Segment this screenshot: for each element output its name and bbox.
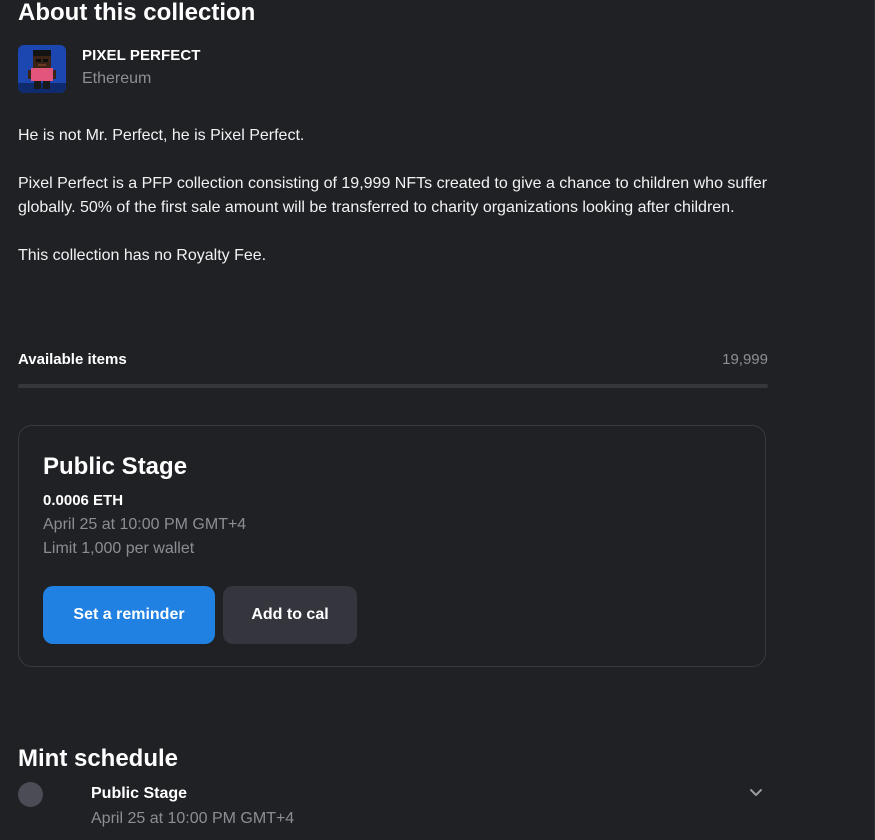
stage-status-dot bbox=[18, 782, 43, 807]
stage-price: 0.0006 ETH bbox=[43, 492, 124, 509]
pixel-character-avatar-icon[interactable] bbox=[18, 45, 66, 93]
public-stage-card: Public Stage 0.0006 ETH April 25 at 10:0… bbox=[18, 425, 766, 667]
schedule-item-date: April 25 at 10:00 PM GMT+4 bbox=[91, 810, 295, 827]
available-items-count: 19,999 bbox=[722, 351, 768, 368]
about-title: About this collection bbox=[18, 0, 256, 26]
description-paragraph: Pixel Perfect is a PFP collection consis… bbox=[18, 175, 768, 216]
available-items-label: Available items bbox=[18, 351, 127, 368]
collection-page: About this collection PIXEL PERFECT Ethe… bbox=[0, 0, 875, 840]
collection-meta: PIXEL PERFECT Ethereum bbox=[82, 45, 201, 90]
collection-chain: Ethereum bbox=[82, 70, 152, 87]
mint-schedule-title: Mint schedule bbox=[18, 744, 179, 772]
description-paragraph: He is not Mr. Perfect, he is Pixel Perfe… bbox=[18, 127, 305, 144]
collection-header: PIXEL PERFECT Ethereum bbox=[18, 45, 201, 93]
schedule-item[interactable]: Public Stage April 25 at 10:00 PM GMT+4 bbox=[18, 780, 768, 838]
set-reminder-button[interactable]: Set a reminder bbox=[43, 586, 215, 644]
collection-description: He is not Mr. Perfect, he is Pixel Perfe… bbox=[18, 124, 768, 292]
description-paragraph: This collection has no Royalty Fee. bbox=[18, 247, 267, 264]
chevron-down-icon[interactable] bbox=[748, 784, 764, 800]
collection-name[interactable]: PIXEL PERFECT bbox=[82, 46, 201, 66]
schedule-item-name: Public Stage bbox=[91, 785, 188, 802]
stage-date: April 25 at 10:00 PM GMT+4 bbox=[43, 516, 247, 533]
mint-progress-bar bbox=[18, 384, 768, 388]
stage-title: Public Stage bbox=[43, 453, 188, 480]
stage-limit: Limit 1,000 per wallet bbox=[43, 540, 195, 557]
available-items-row: Available items 19,999 bbox=[18, 349, 768, 371]
add-to-calendar-button[interactable]: Add to cal bbox=[223, 586, 357, 644]
